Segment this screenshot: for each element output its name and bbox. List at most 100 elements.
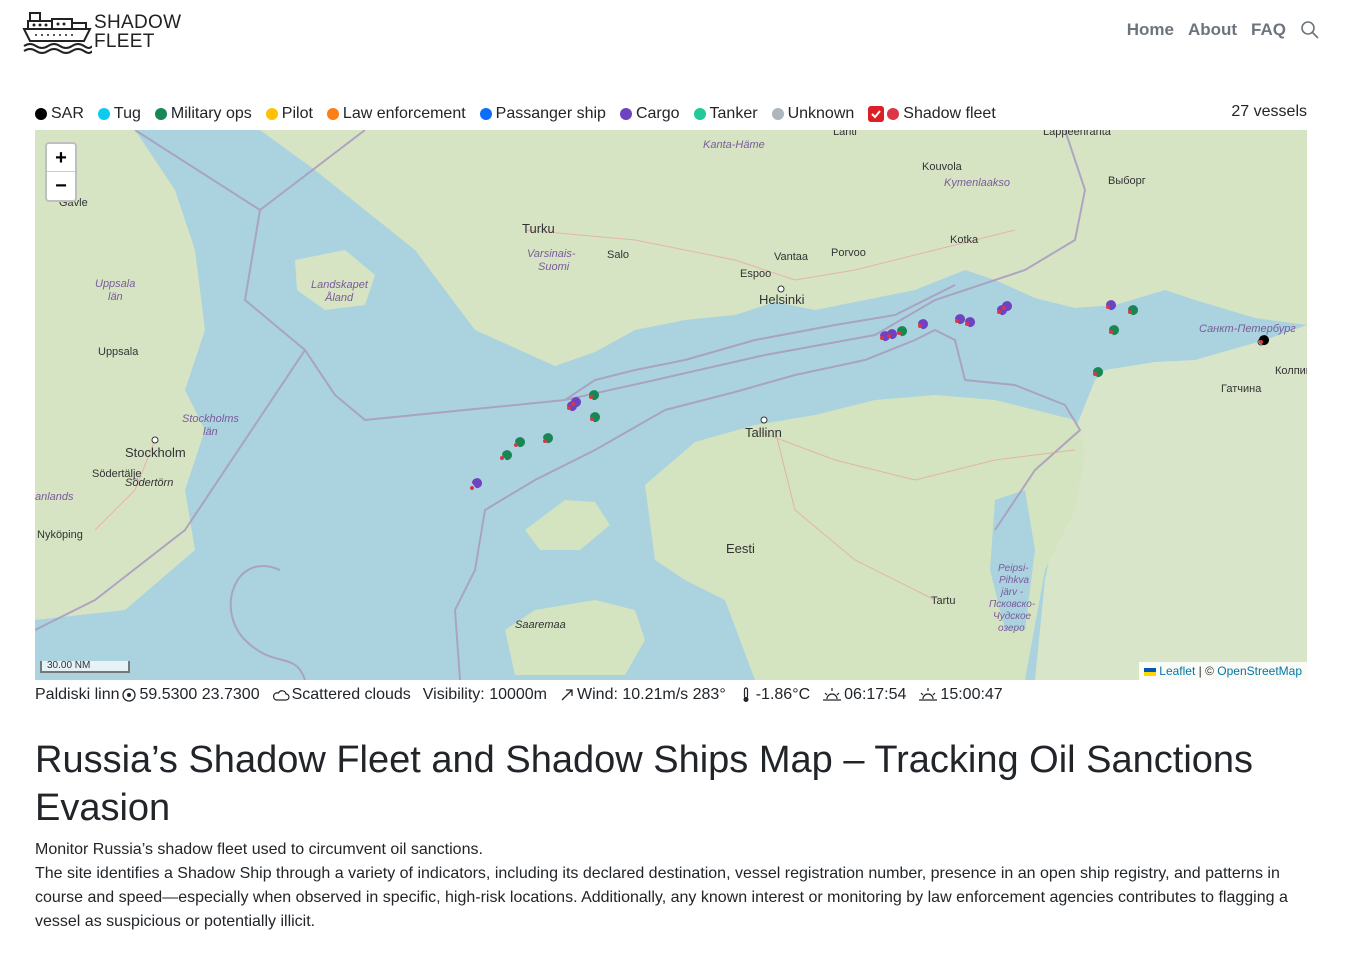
legend-tug[interactable]: Tug (97, 105, 141, 123)
tug-dot-icon (97, 108, 110, 120)
vessel-marker[interactable] (514, 437, 525, 448)
legend-label: Military ops (170, 105, 252, 122)
location: Paldiski linn (35, 686, 119, 704)
nav-faq[interactable]: FAQ (1251, 20, 1286, 40)
nav-home[interactable]: Home (1127, 20, 1174, 40)
map-label: Uppsala (98, 346, 139, 358)
map-label: Kotka (950, 234, 979, 246)
map-label: Stockholms (182, 413, 239, 425)
vessel-count: 27 vessels (1231, 103, 1307, 120)
map-label: Lappeenranta (1043, 130, 1111, 138)
vessel-marker[interactable] (571, 397, 581, 408)
map-label: Гатчина (1221, 383, 1262, 395)
map-label: Kouvola (922, 161, 962, 173)
legend-pilot[interactable]: Pilot (265, 105, 313, 123)
legend-label: Passanger ship (495, 105, 606, 122)
legend-military-ops[interactable]: Military ops (154, 105, 252, 123)
brand-logo[interactable]: SHADOW FLEET (22, 10, 181, 54)
body-paragraph: The site identifies a Shadow Ship throug… (35, 865, 1288, 930)
vessel-legend: SAR Tug Military ops Pilot Law enforceme… (35, 103, 1307, 125)
vessel-marker[interactable] (1128, 305, 1138, 316)
shadow-fleet-checkbox[interactable] (868, 106, 885, 122)
map-label: Varsinais- (527, 248, 576, 260)
vessel-marker[interactable] (1259, 335, 1269, 346)
cloud-icon (272, 690, 290, 701)
map-label: Pihkva (999, 575, 1030, 586)
zoom-control: + − (45, 142, 77, 202)
map-label: Lahti (833, 130, 857, 138)
vessel-marker[interactable] (955, 314, 965, 325)
legend-cargo[interactable]: Cargo (619, 105, 680, 123)
map-label: anlands (35, 491, 74, 503)
map-label: озеро (998, 623, 1025, 634)
ship-logo-icon (22, 12, 92, 54)
coords: 59.5300 23.7300 (121, 686, 260, 704)
map-label: Санкт-Петербург (1199, 323, 1296, 335)
legend-sar[interactable]: SAR (35, 105, 84, 123)
map-label: Eesti (726, 541, 755, 556)
vessel-marker[interactable] (1093, 367, 1103, 378)
map-label: Porvoo (831, 247, 866, 259)
legend-passanger-ship[interactable]: Passanger ship (479, 105, 606, 123)
map-label: Saaremaa (515, 619, 566, 631)
map-label: Landskapet (311, 279, 368, 291)
map-label: Södertörn (125, 477, 174, 489)
location-name: Paldiski linn (35, 686, 120, 703)
pilot-dot-icon (265, 108, 278, 120)
vessel-marker[interactable] (543, 433, 553, 444)
vessel-marker[interactable] (589, 390, 599, 401)
legend-label: Law enforcement (342, 105, 466, 122)
vessel-marker[interactable] (965, 317, 975, 328)
vessel-marker[interactable] (1109, 325, 1119, 336)
intro-paragraph: Monitor Russia’s shadow fleet used to ci… (35, 841, 483, 858)
zoom-in-button[interactable]: + (47, 144, 75, 172)
vessel-marker[interactable] (590, 412, 600, 423)
legend-label: Unknown (787, 105, 855, 122)
map-label: Peipsi- (998, 563, 1029, 574)
map-label: Tartu (931, 595, 956, 607)
vessel-marker[interactable] (918, 319, 928, 330)
vessel-marker[interactable] (897, 326, 907, 337)
site-header: SHADOW FLEET Home About FAQ (0, 0, 1358, 70)
sunrise: 06:17:54 (822, 686, 906, 704)
vessel-marker[interactable] (470, 478, 482, 490)
sunset-icon (919, 688, 938, 701)
legend-tanker[interactable]: Tanker (693, 105, 758, 123)
map-scale: 30.00 NM (40, 661, 130, 673)
vessel-marker[interactable] (1106, 300, 1116, 311)
shadow-fleet-dot-icon (887, 108, 900, 120)
brand-name: SHADOW FLEET (94, 13, 181, 51)
temperature: -1.86°C (738, 686, 810, 704)
map-label: Stockholm (125, 445, 186, 460)
military-dot-icon (154, 108, 167, 120)
legend-law-enforcement[interactable]: Law enforcement (326, 105, 466, 123)
page-title: Russia’s Shadow Fleet and Shadow Ships M… (35, 739, 1254, 829)
map-label: Колпин (1275, 365, 1307, 377)
attribution-separator: | © (1195, 664, 1218, 678)
map-label: Nyköping (37, 529, 83, 541)
sunrise-value: 06:17:54 (844, 686, 907, 703)
vessel-map[interactable]: Lahti Lappeenranta Kanta-Häme Kouvola Ky… (35, 130, 1307, 680)
map-label: Salo (607, 249, 630, 261)
legend-label: Tug (113, 105, 141, 122)
legend-unknown[interactable]: Unknown (771, 105, 855, 123)
visibility-value: Visibility: 10000m (422, 686, 548, 703)
map-label: Псковско- (989, 599, 1036, 610)
conditions-value: Scattered clouds (291, 686, 411, 703)
leaflet-link[interactable]: Leaflet (1159, 664, 1195, 678)
legend-label: Cargo (635, 105, 680, 122)
legend-shadow-fleet[interactable]: Shadow fleet (868, 105, 996, 123)
osm-link[interactable]: OpenStreetMap (1217, 664, 1302, 678)
vessel-marker[interactable] (1002, 301, 1012, 312)
cargo-dot-icon (619, 108, 632, 120)
map-label: Чудское (993, 611, 1032, 622)
legend-label: SAR (51, 105, 84, 122)
zoom-out-button[interactable]: − (47, 172, 75, 200)
search-icon[interactable] (1300, 20, 1320, 40)
vessel-marker[interactable] (500, 450, 512, 461)
nav-about[interactable]: About (1188, 20, 1237, 40)
weather-bar: Paldiski linn 59.5300 23.7300 Scattered … (35, 686, 1015, 704)
vessel-marker[interactable] (887, 329, 897, 340)
thermometer-icon (743, 687, 749, 702)
legend-label: Tanker (709, 105, 758, 122)
